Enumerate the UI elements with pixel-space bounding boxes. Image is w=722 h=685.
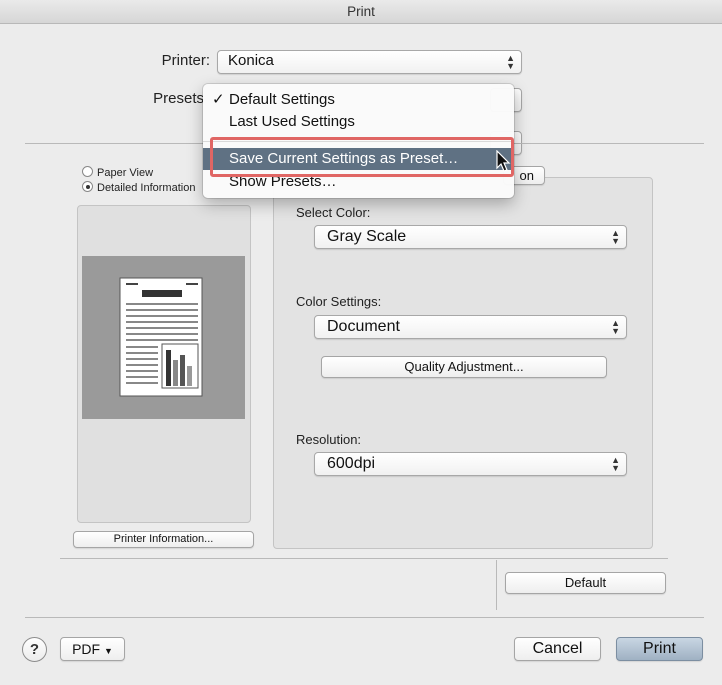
help-icon: ? [29, 641, 40, 658]
preview-area [82, 256, 245, 419]
menu-item-label: Last Used Settings [229, 113, 355, 130]
menu-item-last-used-settings[interactable]: Last Used Settings [203, 111, 514, 133]
radio-detailed-information[interactable]: Detailed Information [82, 181, 195, 194]
document-preview-icon [119, 277, 203, 397]
popup-arrows-icon: ▲ ▼ [611, 455, 620, 473]
presets-label: Presets [153, 90, 204, 107]
quality-adjustment-button[interactable]: Quality Adjustment... [321, 356, 607, 378]
printer-information-button[interactable]: Printer Information... [73, 531, 254, 548]
resolution-label: Resolution: [296, 432, 362, 447]
mouse-cursor-icon [496, 150, 511, 172]
highlight-annotation-box [210, 137, 514, 177]
print-button[interactable]: Print [616, 637, 703, 661]
select-color-popup[interactable]: Gray Scale ▲ ▼ [314, 225, 627, 249]
resolution-value: 600dpi [327, 455, 376, 472]
menu-item-label: Default Settings [229, 91, 335, 108]
color-settings-value: Document [327, 318, 400, 335]
window-title: Print [347, 4, 375, 19]
select-color-value: Gray Scale [327, 228, 407, 245]
color-settings-label: Color Settings: [296, 294, 382, 309]
vertical-divider [496, 560, 497, 610]
divider [25, 617, 704, 618]
radio-label: Detailed Information [97, 182, 196, 194]
resolution-popup[interactable]: 600dpi ▲ ▼ [314, 452, 627, 476]
default-button[interactable]: Default [505, 572, 666, 594]
menu-item-default-settings[interactable]: ✓ Default Settings [203, 89, 514, 111]
select-color-label: Select Color: [296, 205, 371, 220]
help-button[interactable]: ? [22, 637, 47, 662]
printer-popup[interactable]: Konica ▲ ▼ [217, 50, 522, 74]
divider [60, 558, 668, 559]
pdf-label: PDF [72, 641, 101, 657]
radio-paper-view[interactable]: Paper View [82, 166, 153, 179]
pdf-menu-button[interactable]: PDF ▼ [60, 637, 125, 661]
dropdown-triangle-icon: ▼ [103, 646, 113, 656]
checkmark-icon: ✓ [212, 91, 225, 108]
radio-label: Paper View [97, 167, 154, 179]
popup-arrows-icon: ▲ ▼ [611, 228, 620, 246]
radio-selected-icon [82, 181, 93, 192]
divider [514, 143, 704, 144]
printer-label: Printer: [161, 52, 210, 69]
popup-arrows-icon: ▲ ▼ [611, 318, 620, 336]
radio-icon [82, 166, 93, 177]
printer-value: Konica [228, 52, 274, 69]
window-titlebar: Print [0, 0, 722, 24]
popup-arrows-icon: ▲ ▼ [506, 53, 515, 71]
divider [25, 143, 203, 144]
cancel-button[interactable]: Cancel [514, 637, 601, 661]
color-settings-popup[interactable]: Document ▲ ▼ [314, 315, 627, 339]
